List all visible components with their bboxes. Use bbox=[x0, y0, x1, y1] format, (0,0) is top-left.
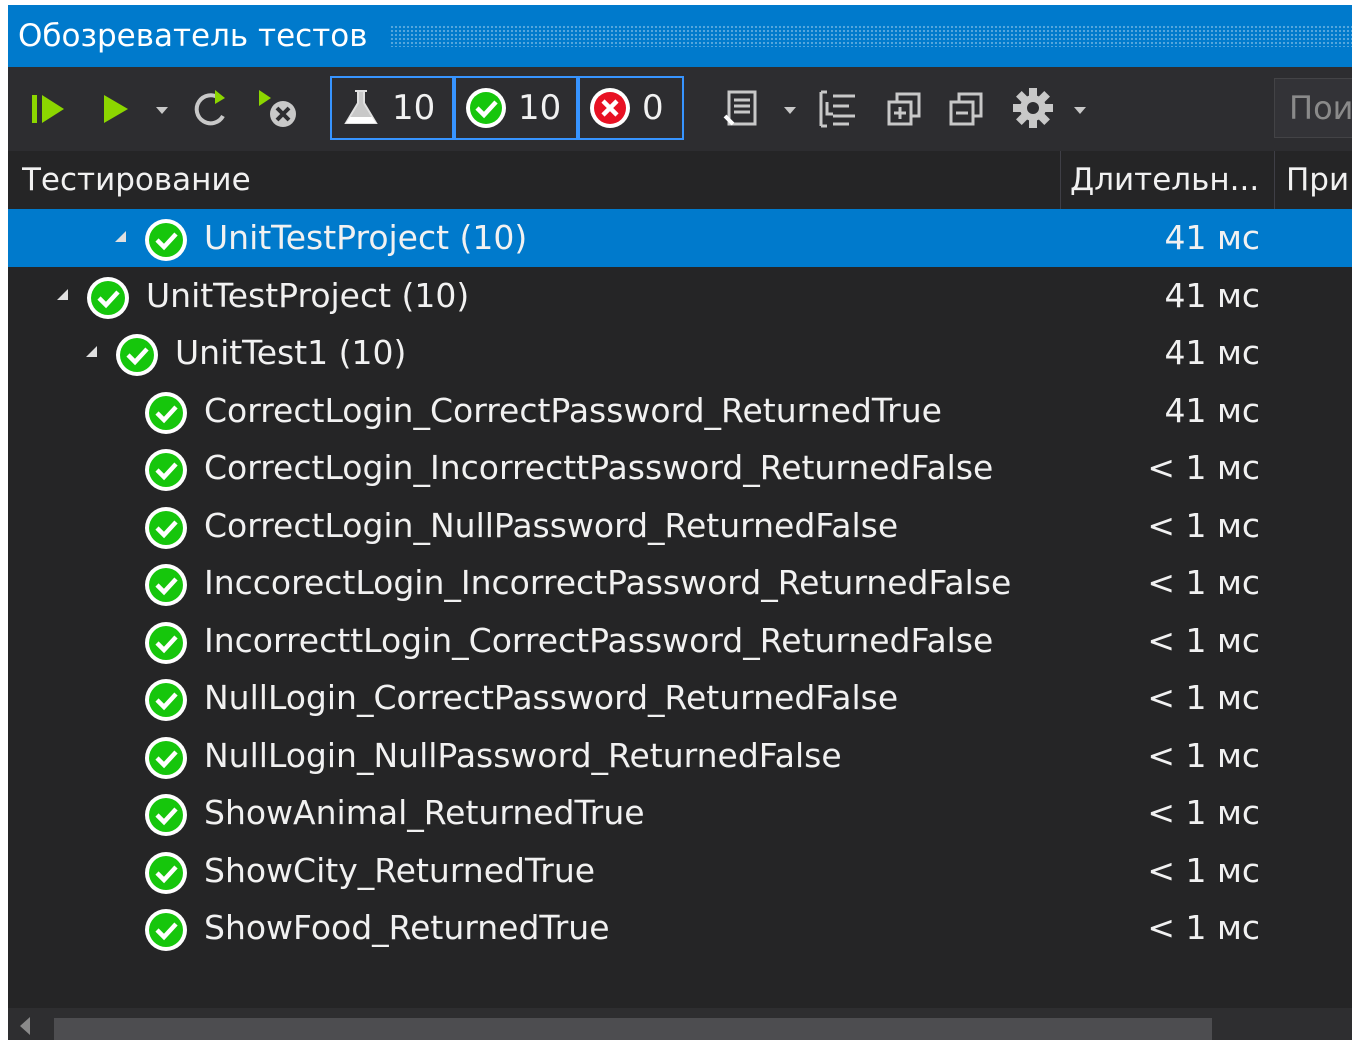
passed-icon bbox=[145, 909, 187, 951]
passed-icon bbox=[145, 219, 187, 261]
tree-group-row[interactable]: UnitTestProject (10) 41 мс bbox=[8, 267, 1352, 325]
failed-tests-filter[interactable]: 0 bbox=[578, 76, 684, 140]
passed-icon bbox=[145, 449, 187, 491]
passed-icon bbox=[145, 506, 187, 549]
expand-arrow-icon[interactable] bbox=[57, 288, 68, 300]
passed-icon bbox=[145, 621, 187, 664]
passed-icon bbox=[116, 334, 158, 376]
column-traits[interactable]: При bbox=[1286, 151, 1352, 209]
toolbar: 10 10 0 Пои bbox=[8, 67, 1352, 151]
tree-group-row[interactable]: UnitTestProject (10) 41 мс bbox=[8, 209, 1352, 267]
search-input[interactable]: Пои bbox=[1274, 78, 1352, 138]
test-name: ShowFood_ReturnedTrue bbox=[204, 908, 610, 947]
group-by-icon[interactable] bbox=[814, 85, 862, 133]
passed-icon bbox=[466, 88, 506, 128]
run-dropdown-icon[interactable] bbox=[156, 107, 168, 114]
total-count: 10 bbox=[392, 88, 436, 128]
test-name: IncorrecttLogin_CorrectPassword_Returned… bbox=[204, 620, 994, 660]
failed-icon bbox=[590, 88, 630, 128]
test-name: UnitTestProject (10) bbox=[146, 275, 470, 315]
playlist-icon[interactable] bbox=[718, 85, 766, 133]
settings-icon[interactable] bbox=[1008, 83, 1058, 133]
settings-dropdown-icon[interactable] bbox=[1074, 107, 1086, 114]
passed-icon bbox=[145, 851, 187, 894]
run-all-icon[interactable] bbox=[26, 87, 70, 131]
test-tree: UnitTestProject (10) 41 мс UnitTestProject… bbox=[8, 209, 1352, 957]
passed-icon bbox=[145, 794, 187, 836]
tree-group-row[interactable]: UnitTest1 (10) 41 мс bbox=[8, 324, 1352, 382]
test-name: ShowCity_ReturnedTrue bbox=[204, 850, 596, 890]
test-row[interactable]: CorrectLogin_IncorrecttPassword_Returned… bbox=[8, 439, 1352, 497]
scroll-left-icon[interactable] bbox=[20, 1017, 30, 1035]
collapse-all-icon[interactable] bbox=[944, 85, 990, 131]
refresh-icon[interactable] bbox=[188, 85, 236, 133]
test-duration: < 1 мс bbox=[1147, 678, 1260, 717]
test-duration: 41 мс bbox=[1164, 390, 1260, 430]
test-duration: < 1 мс bbox=[1147, 620, 1260, 660]
column-header: Тестирование Длительн... При bbox=[8, 151, 1352, 209]
cancel-run-icon[interactable] bbox=[254, 85, 302, 133]
passed-icon bbox=[145, 564, 187, 606]
test-row[interactable]: ShowFood_ReturnedTrue < 1 мс bbox=[8, 899, 1352, 957]
test-row[interactable]: NullLogin_NullPassword_ReturnedFalse < 1 … bbox=[8, 727, 1352, 785]
passed-tests-filter[interactable]: 10 bbox=[454, 76, 578, 140]
scroll-thumb[interactable] bbox=[54, 1018, 1212, 1040]
test-name: NullLogin_NullPassword_ReturnedFalse bbox=[204, 735, 842, 775]
passed-icon bbox=[145, 391, 187, 434]
failed-count: 0 bbox=[642, 88, 664, 128]
test-duration: < 1 мс bbox=[1147, 850, 1260, 890]
test-duration: < 1 мс bbox=[1147, 793, 1260, 832]
column-duration[interactable]: Длительн... bbox=[1070, 151, 1270, 209]
window-title: Обозреватель тестов bbox=[18, 18, 368, 54]
test-name: InccorectLogin_IncorrectPassword_Returne… bbox=[204, 563, 1012, 602]
test-row[interactable]: CorrectLogin_CorrectPassword_ReturnedTru… bbox=[8, 382, 1352, 440]
title-bar[interactable]: Обозреватель тестов bbox=[8, 5, 1352, 67]
test-row[interactable]: NullLogin_CorrectPassword_ReturnedFalse <… bbox=[8, 669, 1352, 727]
passed-icon bbox=[145, 736, 187, 779]
test-duration: 41 мс bbox=[1164, 333, 1260, 372]
test-duration: < 1 мс bbox=[1147, 563, 1260, 602]
expand-all-icon[interactable] bbox=[882, 85, 928, 131]
expand-arrow-icon[interactable] bbox=[115, 231, 126, 242]
test-row[interactable]: IncorrecttLogin_CorrectPassword_Returned… bbox=[8, 612, 1352, 670]
column-separator[interactable] bbox=[1060, 151, 1061, 209]
test-name: UnitTestProject (10) bbox=[204, 218, 528, 257]
horizontal-scrollbar[interactable] bbox=[8, 1008, 1352, 1040]
test-name: CorrectLogin_IncorrecttPassword_Returned… bbox=[204, 448, 994, 487]
test-duration: < 1 мс bbox=[1147, 505, 1260, 545]
test-duration: < 1 мс bbox=[1147, 908, 1260, 947]
test-duration: 41 мс bbox=[1164, 275, 1260, 315]
run-icon[interactable] bbox=[94, 87, 138, 131]
title-drag-grip[interactable] bbox=[389, 25, 1352, 47]
flask-icon bbox=[344, 90, 378, 124]
passed-count: 10 bbox=[518, 88, 562, 128]
test-name: ShowAnimal_ReturnedTrue bbox=[204, 793, 645, 832]
test-duration: < 1 мс bbox=[1147, 735, 1260, 775]
test-name: CorrectLogin_NullPassword_ReturnedFalse bbox=[204, 505, 899, 545]
column-test[interactable]: Тестирование bbox=[22, 151, 1052, 209]
test-name: UnitTest1 (10) bbox=[175, 333, 407, 372]
test-row[interactable]: ShowAnimal_ReturnedTrue < 1 мс bbox=[8, 784, 1352, 842]
test-name: NullLogin_CorrectPassword_ReturnedFalse bbox=[204, 678, 899, 717]
total-tests-filter[interactable]: 10 bbox=[330, 76, 454, 140]
column-separator[interactable] bbox=[1274, 151, 1275, 209]
test-name: CorrectLogin_CorrectPassword_ReturnedTru… bbox=[204, 390, 942, 430]
playlist-dropdown-icon[interactable] bbox=[784, 107, 796, 114]
test-explorer-window: Обозреватель тестов 10 10 0 Пои Тестиров… bbox=[8, 5, 1352, 1040]
passed-icon bbox=[87, 276, 129, 319]
test-row[interactable]: InccorectLogin_IncorrectPassword_Returne… bbox=[8, 554, 1352, 612]
expand-arrow-icon[interactable] bbox=[86, 346, 97, 357]
test-duration: 41 мс bbox=[1164, 218, 1260, 257]
passed-icon bbox=[145, 679, 187, 721]
test-duration: < 1 мс bbox=[1147, 448, 1260, 487]
test-row[interactable]: ShowCity_ReturnedTrue < 1 мс bbox=[8, 842, 1352, 900]
test-row[interactable]: CorrectLogin_NullPassword_ReturnedFalse <… bbox=[8, 497, 1352, 555]
